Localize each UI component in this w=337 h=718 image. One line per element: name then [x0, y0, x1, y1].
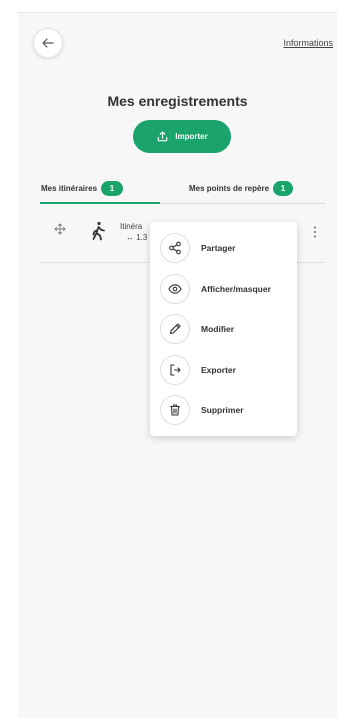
drag-handle-icon[interactable] [54, 223, 66, 235]
back-button[interactable] [33, 28, 63, 58]
menu-item-edit[interactable]: Modifier [150, 309, 297, 349]
tab-landmarks[interactable]: Mes points de repère 1 [189, 173, 294, 203]
menu-item-export-label: Exporter [201, 365, 236, 375]
tab-landmarks-count-badge: 1 [273, 180, 294, 196]
trash-icon-circle [160, 395, 190, 425]
menu-item-toggle-visibility[interactable]: Afficher/masquer [150, 269, 297, 309]
tab-landmarks-label: Mes points de repère [189, 183, 270, 193]
share-icon [169, 241, 181, 255]
menu-item-delete-label: Supprimer [201, 405, 244, 415]
menu-item-edit-label: Modifier [201, 324, 235, 334]
import-button[interactable]: Importer [133, 120, 231, 153]
export-icon [170, 364, 181, 376]
eye-icon [168, 284, 182, 294]
trash-icon [169, 404, 181, 416]
records-tabs: Mes itinéraires 1 Mes points de repère 1 [18, 173, 337, 204]
itinerary-distance: ↔ 1.3 [126, 233, 148, 242]
import-button-label: Importer [175, 132, 208, 141]
export-icon-circle [160, 355, 190, 385]
share-icon-circle [160, 233, 190, 263]
tab-itineraries-count-badge: 1 [101, 180, 124, 196]
tab-itineraries-label: Mes itinéraires [41, 183, 98, 193]
arrow-left-icon [42, 38, 54, 48]
menu-item-delete[interactable]: Supprimer [150, 390, 297, 430]
tab-itineraries[interactable]: Mes itinéraires 1 [41, 173, 124, 203]
active-tab-indicator [40, 202, 160, 204]
itinerary-context-menu: Partager Afficher/masquer Modifier Expor… [150, 222, 297, 436]
tab-divider [160, 203, 325, 204]
menu-item-share-label: Partager [201, 243, 236, 253]
menu-item-export[interactable]: Exporter [150, 350, 297, 390]
walking-person-icon [92, 221, 105, 241]
more-vertical-icon[interactable] [312, 225, 318, 239]
page-title: Mes enregistrements [107, 93, 248, 109]
pencil-icon-circle [160, 314, 190, 344]
itinerary-name: Itinéra [120, 222, 143, 231]
menu-item-share[interactable]: Partager [150, 228, 297, 268]
upload-icon [158, 131, 168, 142]
menu-item-toggle-visibility-label: Afficher/masquer [201, 284, 271, 294]
informations-link[interactable]: Informations [283, 38, 333, 48]
pencil-icon [169, 323, 181, 335]
eye-icon-circle [160, 274, 190, 304]
